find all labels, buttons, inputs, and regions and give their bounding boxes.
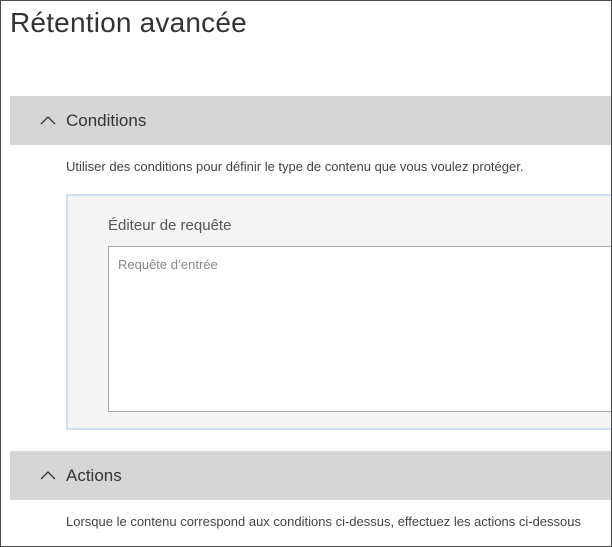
chevron-up-icon bbox=[40, 470, 56, 479]
query-editor-panel: Éditeur de requête bbox=[66, 194, 611, 430]
conditions-section-header[interactable]: Conditions bbox=[10, 96, 611, 145]
actions-section-label: Actions bbox=[66, 465, 122, 485]
page-title: Rétention avancée bbox=[10, 7, 247, 38]
conditions-description: Utiliser des conditions pour définir le … bbox=[66, 159, 524, 174]
actions-description: Lorsque le contenu correspond aux condit… bbox=[66, 514, 581, 529]
chevron-up-icon bbox=[40, 115, 56, 124]
actions-section-header[interactable]: Actions bbox=[10, 451, 611, 500]
query-editor-label: Éditeur de requête bbox=[108, 217, 232, 234]
query-input[interactable] bbox=[108, 246, 611, 412]
conditions-section-label: Conditions bbox=[66, 110, 147, 130]
retention-panel: Rétention avancée Conditions Utiliser de… bbox=[0, 0, 612, 547]
